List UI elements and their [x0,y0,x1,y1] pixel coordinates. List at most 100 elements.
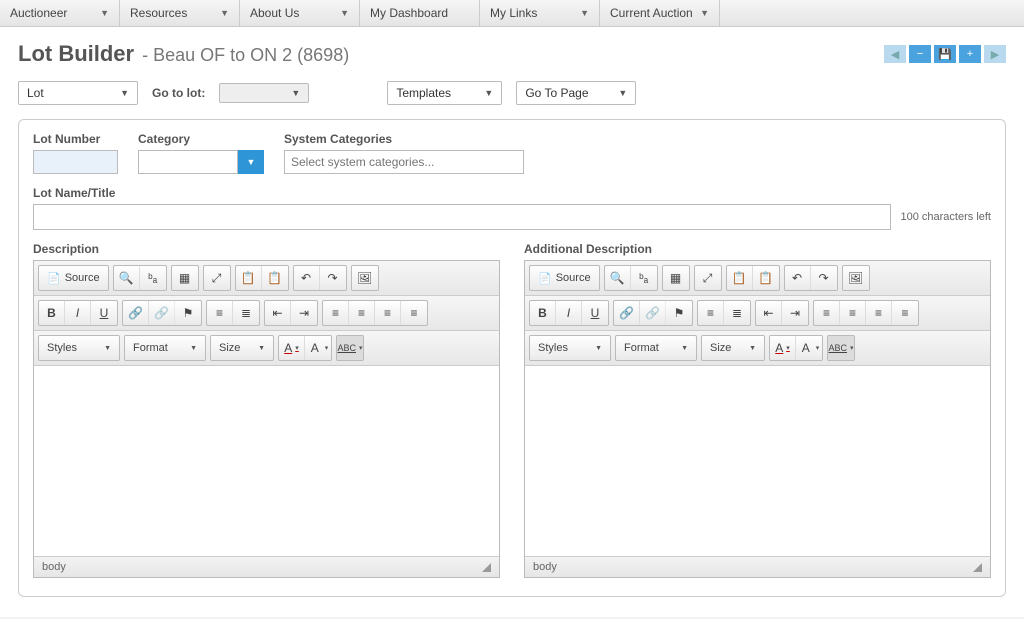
indent-button[interactable]: ⇥ [782,301,808,325]
lot-name-input[interactable] [33,204,891,230]
category-dropdown-button[interactable]: ▼ [238,150,264,174]
numbered-list-button[interactable]: ≡ [207,301,233,325]
image-icon: 🖼 [357,271,372,285]
text-color-button[interactable]: A▾ [770,336,796,360]
resize-handle[interactable] [973,563,982,572]
maximize-icon: ⤢ [703,271,713,286]
undo-button[interactable]: ↶ [294,266,320,290]
go-to-lot-label: Go to lot: [152,86,205,100]
text-color-button[interactable]: A▾ [279,336,305,360]
nav-resources[interactable]: Resources▼ [120,0,240,26]
redo-button[interactable]: ↷ [320,266,346,290]
outdent-icon: ⇤ [272,306,282,320]
chevron-down-icon: ▼ [484,88,493,98]
align-center-button[interactable]: ≡ [840,301,866,325]
align-right-icon: ≡ [875,306,882,320]
align-left-button[interactable]: ≡ [323,301,349,325]
chevron-down-icon: ▼ [618,88,627,98]
go-to-page-select[interactable]: Go To Page▼ [516,81,636,105]
selector-row: Lot▼ Go to lot: ▼ Templates▼ Go To Page▼ [18,81,1006,105]
align-justify-icon: ≡ [410,306,417,320]
resize-handle[interactable] [482,563,491,572]
ul-icon: ≣ [241,306,251,320]
bg-color-icon: A [308,341,322,355]
add-button[interactable]: + [959,45,981,63]
chevron-down-icon: ▼ [220,8,229,18]
nav-current-auction[interactable]: Current Auction▼ [600,0,720,26]
italic-button[interactable]: I [556,301,582,325]
numbered-list-button[interactable]: ≡ [698,301,724,325]
italic-button[interactable]: I [65,301,91,325]
align-right-button[interactable]: ≡ [375,301,401,325]
align-center-button[interactable]: ≡ [349,301,375,325]
image-button[interactable]: 🖼 [352,266,378,290]
source-button[interactable]: 📄Source [530,266,599,290]
bold-button[interactable]: B [530,301,556,325]
redo-button[interactable]: ↷ [811,266,837,290]
size-select[interactable]: Size▼ [211,336,273,360]
paste-button[interactable]: 📋 [236,266,262,290]
outdent-button[interactable]: ⇤ [756,301,782,325]
paste-button[interactable]: 📋 [727,266,753,290]
styles-select[interactable]: Styles▼ [39,336,119,360]
image-button[interactable]: 🖼 [843,266,869,290]
minus-icon: − [917,48,923,60]
unlink-button[interactable]: 🔗 [149,301,175,325]
templates-select[interactable]: Templates▼ [387,81,502,105]
undo-button[interactable]: ↶ [785,266,811,290]
nav-my-dashboard[interactable]: My Dashboard [360,0,480,26]
additional-description-textarea[interactable] [525,366,990,556]
maximize-button[interactable]: ⤢ [204,266,230,290]
anchor-button[interactable]: ⚑ [175,301,201,325]
styles-select[interactable]: Styles▼ [530,336,610,360]
align-justify-button[interactable]: ≡ [401,301,427,325]
format-select[interactable]: Format▼ [616,336,696,360]
nav-about-us[interactable]: About Us▼ [240,0,360,26]
align-justify-button[interactable]: ≡ [892,301,918,325]
spellcheck-button[interactable]: ABC▾ [337,336,363,360]
nav-auctioneer[interactable]: Auctioneer▼ [0,0,120,26]
underline-icon: U [100,306,109,320]
bg-color-button[interactable]: A▾ [305,336,331,360]
link-button[interactable]: 🔗 [614,301,640,325]
underline-button[interactable]: U [582,301,608,325]
go-to-lot-select[interactable]: ▼ [219,83,309,103]
prev-record-button[interactable]: ◀ [884,45,906,63]
selectall-button[interactable]: ▦ [172,266,198,290]
save-button[interactable]: 💾 [934,45,956,63]
replace-button[interactable]: ᵇₐ [140,266,166,290]
underline-button[interactable]: U [91,301,117,325]
link-button[interactable]: 🔗 [123,301,149,325]
system-categories-input[interactable] [284,150,524,174]
replace-button[interactable]: ᵇₐ [631,266,657,290]
paste-word-button[interactable]: 📋 [753,266,779,290]
maximize-button[interactable]: ⤢ [695,266,721,290]
nav-my-links[interactable]: My Links▼ [480,0,600,26]
next-record-button[interactable]: ▶ [984,45,1006,63]
outdent-button[interactable]: ⇤ [265,301,291,325]
selectall-button[interactable]: ▦ [663,266,689,290]
bg-color-button[interactable]: A▾ [796,336,822,360]
spellcheck-button[interactable]: ABC▾ [828,336,854,360]
minimize-button[interactable]: − [909,45,931,63]
lot-select[interactable]: Lot▼ [18,81,138,105]
source-button[interactable]: 📄Source [39,266,108,290]
description-textarea[interactable] [34,366,499,556]
category-input[interactable] [138,150,238,174]
unlink-icon: 🔗 [645,306,660,320]
search-button[interactable]: 🔍 [114,266,140,290]
search-icon: 🔍 [119,271,134,285]
bullet-list-button[interactable]: ≣ [233,301,259,325]
align-right-button[interactable]: ≡ [866,301,892,325]
indent-button[interactable]: ⇥ [291,301,317,325]
format-select[interactable]: Format▼ [125,336,205,360]
unlink-button[interactable]: 🔗 [640,301,666,325]
lot-number-input[interactable] [33,150,118,174]
bold-button[interactable]: B [39,301,65,325]
anchor-button[interactable]: ⚑ [666,301,692,325]
size-select[interactable]: Size▼ [702,336,764,360]
paste-word-button[interactable]: 📋 [262,266,288,290]
bullet-list-button[interactable]: ≣ [724,301,750,325]
search-button[interactable]: 🔍 [605,266,631,290]
align-left-button[interactable]: ≡ [814,301,840,325]
